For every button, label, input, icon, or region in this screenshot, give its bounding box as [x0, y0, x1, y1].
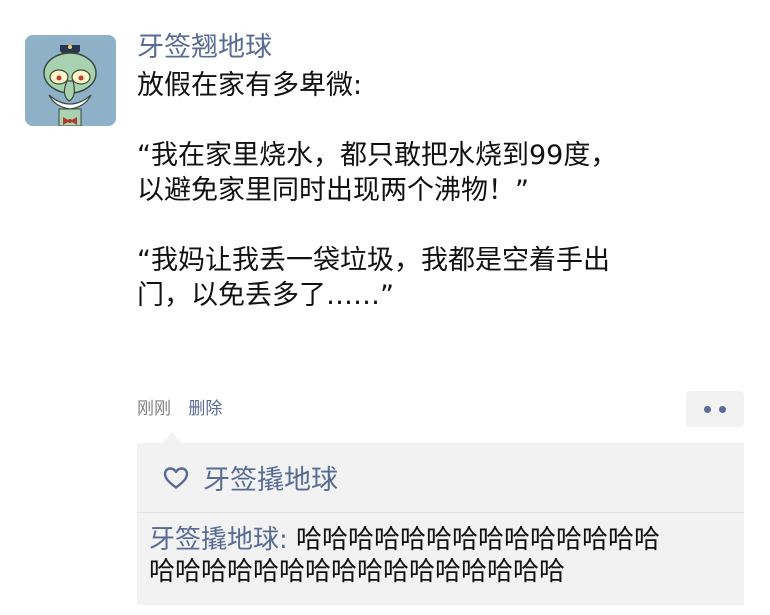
liker-name[interactable]: 牙签撬地球	[203, 458, 338, 497]
delete-link[interactable]: 删除	[188, 399, 222, 419]
squidward-avatar-image	[25, 35, 116, 126]
post-line: 放假在家有多卑微:	[137, 70, 363, 101]
comment[interactable]: 牙签撬地球: 哈哈哈哈哈哈哈哈哈哈哈哈哈哈 哈哈哈哈哈哈哈哈哈哈哈哈哈哈哈哈	[137, 513, 744, 588]
avatar[interactable]	[25, 35, 116, 126]
comment-text: 哈哈哈哈哈哈哈哈哈哈哈哈哈哈哈哈	[149, 557, 566, 587]
post-text: 放假在家有多卑微: “我在家里烧水，都只敢把水烧到99度， 以避免家里同时出现两…	[137, 68, 747, 313]
comment-separator: :	[279, 525, 297, 555]
post-line: “我妈让我丢一袋垃圾，我都是空着手出	[137, 245, 610, 276]
post-line: 门，以免丢多了……”	[137, 280, 394, 311]
more-actions-button[interactable]	[686, 391, 744, 427]
author-name[interactable]: 牙签翘地球	[137, 30, 747, 66]
likes-row: 牙签撬地球	[137, 443, 744, 513]
likes-comments-panel: 牙签撬地球 牙签撬地球: 哈哈哈哈哈哈哈哈哈哈哈哈哈哈 哈哈哈哈哈哈哈哈哈哈哈哈…	[137, 443, 744, 605]
ellipsis-icon	[704, 405, 711, 413]
comment-line: 牙签撬地球: 哈哈哈哈哈哈哈哈哈哈哈哈哈哈	[149, 524, 734, 556]
post-meta: 刚刚 删除	[137, 395, 222, 423]
heart-icon	[163, 466, 189, 489]
post-content: 牙签翘地球 放假在家有多卑微: “我在家里烧水，都只敢把水烧到99度， 以避免家…	[137, 30, 747, 313]
post-time: 刚刚	[137, 399, 171, 419]
post-line: 以避免家里同时出现两个沸物！”	[137, 175, 529, 206]
commenter-name[interactable]: 牙签撬地球	[149, 525, 279, 555]
ellipsis-icon	[719, 405, 726, 413]
panel-caret	[162, 432, 182, 443]
post-line: “我在家里烧水，都只敢把水烧到99度，	[137, 140, 618, 171]
comment-text: 哈哈哈哈哈哈哈哈哈哈哈哈哈哈	[296, 525, 661, 555]
